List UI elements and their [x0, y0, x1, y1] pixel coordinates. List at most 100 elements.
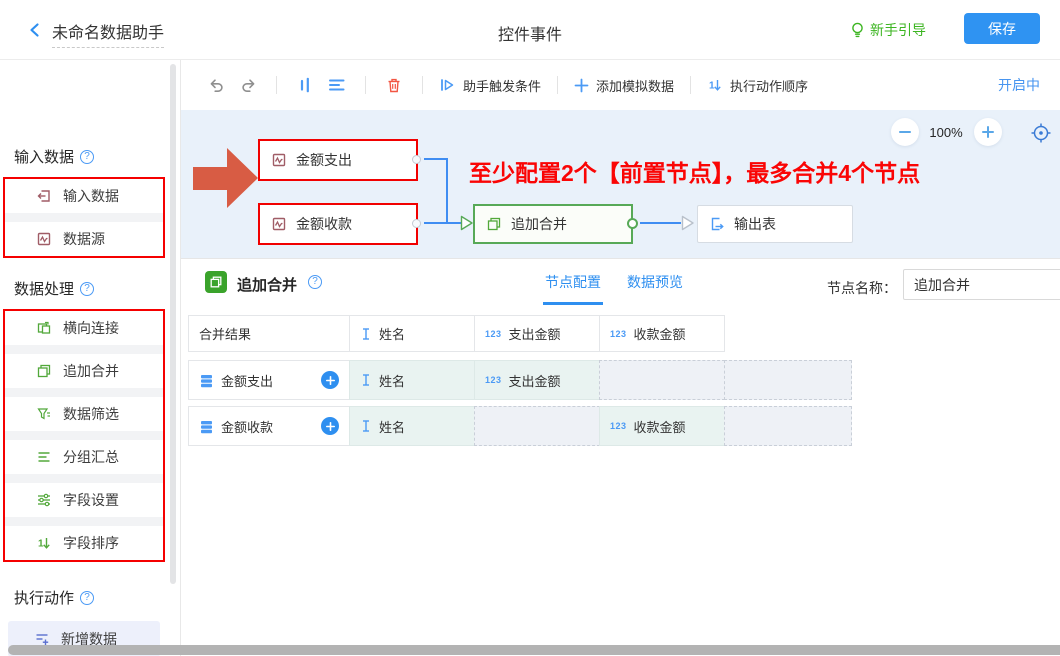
mapped-field-cell[interactable]: 姓名 — [349, 406, 475, 446]
empty-field-cell[interactable] — [724, 360, 852, 400]
align-horizontal-button[interactable] — [325, 73, 349, 97]
output-port[interactable] — [412, 155, 421, 164]
sidebar-scrollbar[interactable] — [170, 64, 176, 584]
action-order-label: 执行动作顺序 — [730, 76, 808, 95]
plus-icon — [326, 422, 335, 431]
tab-node-config[interactable]: 节点配置 — [545, 259, 601, 305]
section-header-process: 数据处理 ? — [14, 278, 94, 299]
flow-node-expense[interactable]: 金额支出 — [258, 139, 418, 181]
plus-icon — [981, 125, 995, 139]
section-title: 输入数据 — [14, 146, 74, 167]
sidebar-item-filter[interactable]: 数据筛选 — [5, 397, 163, 431]
append-merge-icon — [36, 363, 52, 379]
active-tab-underline — [543, 302, 603, 305]
connector-line — [424, 158, 448, 160]
action-order-button[interactable]: 1 执行动作顺序 — [707, 76, 808, 95]
add-mock-data-label: 添加模拟数据 — [596, 76, 674, 95]
output-port[interactable] — [412, 219, 421, 228]
number-type-icon: 123 — [610, 421, 627, 431]
toolbar-divider — [690, 76, 691, 94]
delete-button[interactable] — [382, 73, 406, 97]
datasource-icon — [271, 152, 287, 168]
help-icon[interactable]: ? — [80, 282, 94, 296]
column-header-label: 合并结果 — [199, 324, 251, 343]
field-sort-icon: 1 — [36, 535, 52, 551]
node-name-label: 节点名称： — [827, 278, 897, 298]
table-rows-icon — [199, 419, 214, 434]
help-icon[interactable]: ? — [308, 275, 322, 289]
align-vertical-button[interactable] — [293, 73, 317, 97]
number-type-icon: 123 — [485, 329, 502, 339]
sidebar-item-input-data[interactable]: 输入数据 — [5, 179, 163, 213]
minus-icon — [898, 125, 912, 139]
empty-field-cell[interactable] — [724, 406, 852, 446]
toolbar-divider — [276, 76, 277, 94]
status-badge[interactable]: 开启中 — [998, 75, 1040, 95]
beginner-guide-link[interactable]: 新手引导 — [850, 20, 926, 40]
flow-node-output-table[interactable]: 输出表 — [697, 205, 853, 243]
flow-node-append-merge[interactable]: 追加合并 — [473, 204, 633, 244]
add-mock-data-button[interactable]: 添加模拟数据 — [574, 76, 674, 95]
connector-line — [446, 158, 448, 224]
empty-field-cell[interactable] — [599, 360, 725, 400]
trigger-condition-button[interactable]: 助手触发条件 — [439, 76, 541, 95]
toolbar-divider — [557, 76, 558, 94]
sidebar-item-label: 字段设置 — [63, 490, 119, 510]
flow-node-income[interactable]: 金额收款 — [258, 203, 418, 245]
flow-canvas[interactable]: 金额支出 金额收款 追加合并 输出表 — [181, 110, 1060, 258]
mapped-field-cell[interactable]: 123 收款金额 — [599, 406, 725, 446]
locate-button[interactable] — [1029, 121, 1053, 145]
add-field-button[interactable] — [321, 417, 339, 435]
node-name-input[interactable] — [903, 269, 1060, 300]
sidebar-item-group-summary[interactable]: 分组汇总 — [5, 440, 163, 474]
header-cell-income-amount: 123 收款金额 — [599, 315, 725, 352]
source-node-label: 金额支出 — [221, 371, 273, 390]
output-port[interactable] — [627, 218, 638, 229]
sidebar-item-field-settings[interactable]: 字段设置 — [5, 483, 163, 517]
add-field-button[interactable] — [321, 371, 339, 389]
toolbar-divider — [365, 76, 366, 94]
save-button[interactable]: 保存 — [964, 13, 1040, 44]
help-icon[interactable]: ? — [80, 150, 94, 164]
redo-button[interactable] — [236, 73, 260, 97]
sidebar-item-field-sort[interactable]: 1 字段排序 — [5, 526, 163, 560]
help-icon[interactable]: ? — [80, 591, 94, 605]
connector-line — [640, 222, 681, 224]
sidebar-item-datasource[interactable]: 数据源 — [5, 222, 163, 256]
column-header-label: 收款金额 — [634, 324, 686, 343]
datasource-icon — [36, 231, 52, 247]
red-arrow-head — [227, 148, 258, 208]
trash-icon — [386, 77, 402, 94]
table-row: 金额收款 姓名 123 收款金额 — [188, 406, 852, 446]
text-type-icon — [360, 373, 372, 387]
field-label: 收款金额 — [634, 417, 686, 436]
zoom-in-button[interactable] — [974, 118, 1002, 146]
align-vertical-icon — [297, 77, 313, 93]
topbar: 未命名数据助手 控件事件 新手引导 保存 — [0, 0, 1060, 60]
undo-icon — [208, 77, 225, 94]
mapped-field-cell[interactable]: 123 支出金额 — [474, 360, 600, 400]
empty-field-cell[interactable] — [474, 406, 600, 446]
undo-button[interactable] — [204, 73, 228, 97]
redo-icon — [240, 77, 257, 94]
sidebar-item-append-merge[interactable]: 追加合并 — [5, 354, 163, 388]
section-title: 数据处理 — [14, 278, 74, 299]
tab-data-preview[interactable]: 数据预览 — [627, 259, 683, 305]
zoom-out-button[interactable] — [891, 118, 919, 146]
play-bar-icon — [439, 77, 456, 93]
field-label: 姓名 — [379, 417, 405, 436]
table-rows-icon — [199, 373, 214, 388]
field-settings-icon — [36, 492, 52, 508]
sidebar-item-label: 分组汇总 — [63, 447, 119, 467]
column-header-label: 支出金额 — [509, 324, 561, 343]
lightbulb-icon — [850, 22, 865, 38]
section-title: 执行动作 — [14, 587, 74, 608]
table-header-row: 合并结果 姓名 123 支出金额 123 收款金额 — [188, 315, 725, 352]
mapped-field-cell[interactable]: 姓名 — [349, 360, 475, 400]
horizontal-scrollbar[interactable] — [8, 645, 1060, 655]
align-horizontal-icon — [328, 77, 346, 93]
sidebar-item-label: 数据源 — [63, 229, 105, 249]
sidebar-item-join[interactable]: 横向连接 — [5, 311, 163, 345]
header-cell-expense-amount: 123 支出金额 — [474, 315, 600, 352]
target-icon — [1030, 122, 1052, 144]
